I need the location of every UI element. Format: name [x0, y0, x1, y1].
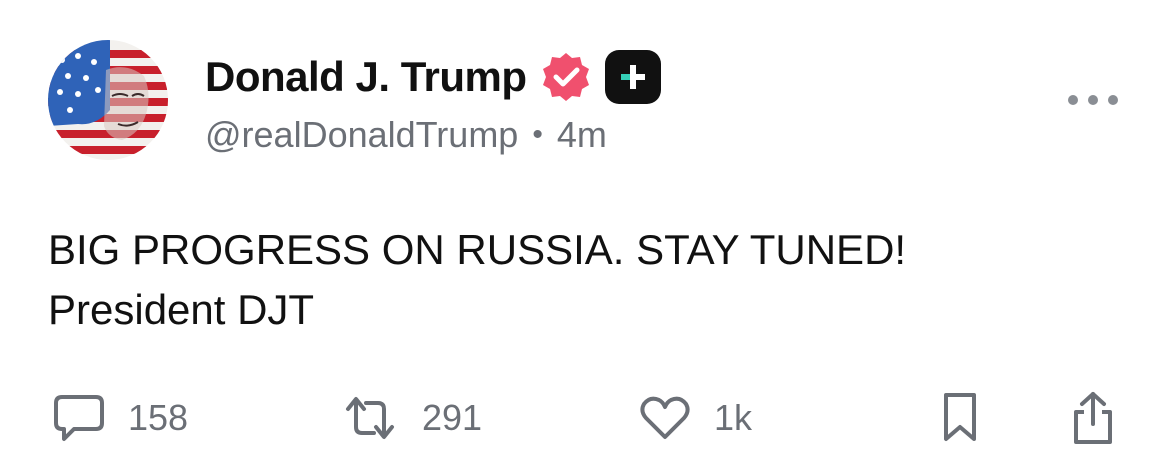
- author-name-row: Donald J. Trump: [205, 50, 661, 104]
- share-button[interactable]: [1068, 388, 1118, 448]
- post-text-line: BIG PROGRESS ON RUSSIA. STAY TUNED!: [48, 226, 907, 273]
- like-button[interactable]: 1k: [638, 388, 752, 448]
- post-body: BIG PROGRESS ON RUSSIA. STAY TUNED! Pres…: [48, 220, 906, 340]
- author-meta-row: @realDonaldTrump • 4m: [205, 114, 607, 156]
- bookmark-icon: [944, 393, 976, 441]
- author-handle[interactable]: @realDonaldTrump: [205, 114, 518, 156]
- more-dot-icon: [1108, 95, 1118, 105]
- plus-badge-icon: [604, 50, 661, 104]
- comment-icon: [54, 395, 104, 441]
- author-display-name[interactable]: Donald J. Trump: [205, 53, 527, 101]
- repost-button[interactable]: 291: [340, 388, 482, 448]
- heart-icon: [640, 396, 690, 439]
- post-timestamp[interactable]: 4m: [557, 114, 607, 156]
- more-dot-icon: [1068, 95, 1078, 105]
- meta-separator: •: [532, 118, 543, 151]
- author-avatar[interactable]: [48, 40, 168, 160]
- reply-button[interactable]: 158: [52, 388, 188, 448]
- bookmark-button[interactable]: [938, 388, 982, 448]
- share-icon: [1074, 392, 1112, 444]
- reply-count: 158: [128, 397, 189, 438]
- flag-portrait-avatar-icon: [48, 40, 168, 160]
- repost-count: 291: [422, 397, 483, 438]
- like-count: 1k: [714, 397, 753, 438]
- post-text-line: President DJT: [48, 286, 315, 333]
- repost-icon: [346, 397, 394, 439]
- post-card: Donald J. Trump @realDonaldTrump • 4m BI…: [0, 0, 1170, 470]
- action-bar: 158 291 1k: [0, 388, 1170, 448]
- more-options-button[interactable]: [1068, 88, 1118, 112]
- more-dot-icon: [1088, 95, 1098, 105]
- verified-badge-icon: [542, 53, 589, 101]
